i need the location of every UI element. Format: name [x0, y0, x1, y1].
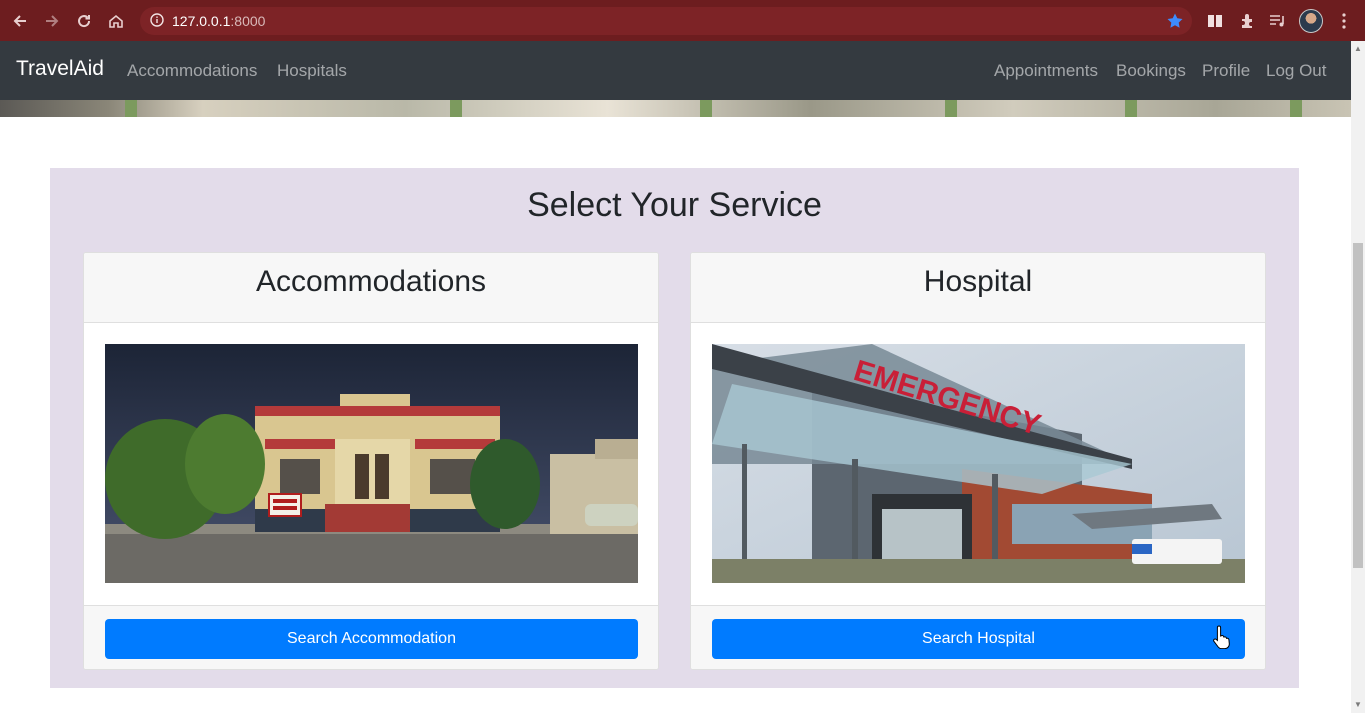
url-port: :8000 [230, 13, 266, 29]
media-icon[interactable] [1265, 8, 1291, 34]
nav-link-bookings[interactable]: Bookings [1116, 61, 1186, 81]
star-icon[interactable] [1166, 12, 1184, 33]
card-footer-hospital: Search Hospital [691, 605, 1265, 669]
info-icon[interactable] [150, 12, 164, 30]
scroll-up-arrow-icon[interactable]: ▲ [1353, 44, 1363, 56]
hospital-emergency-photo: EMERGENCY [712, 344, 1245, 583]
back-arrow-icon[interactable] [4, 5, 36, 37]
address-bar[interactable]: 127.0.0.1:8000 [140, 7, 1192, 35]
site-navbar: TravelAid Accommodations Hospitals Appoi… [0, 41, 1351, 100]
hospital-card: Hospital EMERGENCY Search Hospital [690, 252, 1266, 670]
reload-icon[interactable] [68, 5, 100, 37]
forward-arrow-icon[interactable] [36, 5, 68, 37]
profile-avatar[interactable] [1299, 9, 1323, 33]
menu-icon[interactable] [1331, 8, 1357, 34]
nav-link-profile[interactable]: Profile [1202, 61, 1250, 81]
browser-toolbar: 127.0.0.1:8000 [0, 0, 1365, 41]
nav-link-appointments[interactable]: Appointments [994, 61, 1098, 81]
services-panel: Select Your Service Accommodations Searc… [50, 168, 1299, 688]
page-scrollbar-thumb[interactable] [1353, 243, 1363, 568]
accommodations-card: Accommodations Search Accommodation [83, 252, 659, 670]
card-header-hospital: Hospital [691, 253, 1265, 323]
extensions-icon[interactable] [1234, 8, 1260, 34]
brand-logo[interactable]: TravelAid [16, 57, 104, 81]
url-host: 127.0.0.1 [172, 13, 231, 29]
hero-image-strip [0, 100, 1351, 117]
scroll-down-arrow-icon[interactable]: ▼ [1353, 700, 1363, 712]
nav-link-logout[interactable]: Log Out [1266, 61, 1327, 81]
reading-list-icon[interactable] [1202, 8, 1228, 34]
house-for-rent-photo [105, 344, 638, 583]
card-header-accommodations: Accommodations [84, 253, 658, 323]
nav-link-accommodations[interactable]: Accommodations [127, 61, 257, 81]
nav-link-hospitals[interactable]: Hospitals [277, 61, 347, 81]
search-accommodation-button[interactable]: Search Accommodation [105, 619, 638, 659]
page-title: Select Your Service [527, 186, 822, 224]
hand-cursor-icon [1212, 625, 1232, 654]
card-footer-accommodations: Search Accommodation [84, 605, 658, 669]
search-hospital-button[interactable]: Search Hospital [712, 619, 1245, 659]
home-icon[interactable] [100, 5, 132, 37]
